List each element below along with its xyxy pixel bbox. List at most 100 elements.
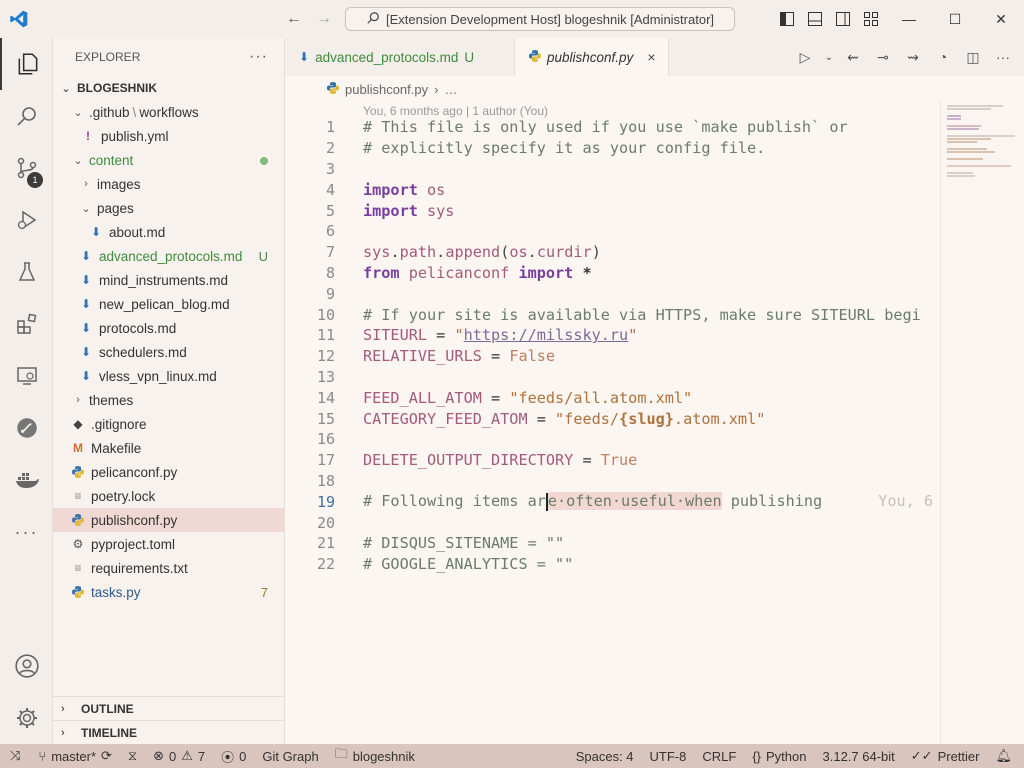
tree-file-publishconf-py[interactable]: publishconf.py (53, 508, 284, 532)
tree-file-tasks-py[interactable]: tasks.py 7 (53, 580, 284, 604)
testing-flask-icon[interactable] (0, 246, 53, 298)
gitlens-icon[interactable] (0, 402, 53, 454)
tree-folder-images[interactable]: › images (53, 172, 284, 196)
code-token: ( (500, 243, 510, 262)
search-view-icon[interactable] (0, 90, 53, 142)
remote-explorer-icon[interactable] (0, 350, 53, 402)
customize-layout-icon[interactable] (860, 8, 882, 30)
tree-file-gitignore[interactable]: ◆ .gitignore (53, 412, 284, 436)
tree-file-mind-instruments-md[interactable]: ⬇ mind_instruments.md (53, 268, 284, 292)
toggle-primary-sidebar-icon[interactable] (776, 8, 798, 30)
line-number: 8 (325, 263, 335, 282)
gitlens-inspect-icon[interactable]: ◔ (932, 46, 954, 68)
tree-file-poetry-lock[interactable]: ≡ poetry.lock (53, 484, 284, 508)
tree-folder-content[interactable]: ⌄ content (53, 148, 284, 172)
workspace-root[interactable]: ⌄ BLOGESHNIK (53, 76, 284, 100)
outline-section[interactable]: › OUTLINE (53, 696, 285, 720)
breadcrumb-symbols[interactable]: … (444, 82, 457, 97)
branch-name: master* (51, 748, 97, 764)
tab-advanced-protocols[interactable]: ⬇ advanced_protocols.md U (285, 38, 515, 76)
more-views-icon[interactable]: ··· (0, 506, 53, 558)
git-graph-button[interactable]: Git Graph (254, 744, 326, 768)
toggle-secondary-sidebar-icon[interactable] (832, 8, 854, 30)
code-line: 12 RELATIVE_URLS = False (285, 346, 940, 367)
tree-file-makefile[interactable]: M Makefile (53, 436, 284, 460)
tree-file-protocols-md[interactable]: ⬇ protocols.md (53, 316, 284, 340)
forward-arrow-icon[interactable]: → (313, 8, 335, 30)
git-branch-status[interactable]: ⑂ master* ⟳ (30, 744, 120, 768)
code-token: curdir (536, 243, 592, 262)
code-token: = (481, 347, 510, 366)
explorer-more-icon[interactable]: ··· (249, 48, 268, 66)
workspace-folder-status[interactable]: 🗀 blogeshnik (327, 744, 423, 768)
breadcrumb-file[interactable]: publishconf.py (345, 82, 428, 97)
tree-file-publish-yml[interactable]: ! publish.yml (53, 124, 284, 148)
eol-status[interactable]: CRLF (694, 744, 744, 768)
tab-publishconf[interactable]: publishconf.py × (515, 38, 669, 76)
extensions-icon[interactable] (0, 298, 53, 350)
python-interpreter-status[interactable]: 3.12.7 64-bit (815, 744, 903, 768)
line-number: 22 (316, 555, 335, 574)
tree-file-schedulers-md[interactable]: ⬇ schedulers.md (53, 340, 284, 364)
git-previous-change-icon[interactable]: ⇜ (842, 46, 864, 68)
tree-file-new-pelican-blog-md[interactable]: ⬇ new_pelican_blog.md (53, 292, 284, 316)
tree-file-pyproject-toml[interactable]: ⚙ pyproject.toml (53, 532, 284, 556)
git-compare-status[interactable]: ⧖ (120, 744, 145, 768)
tree-label: workflows (139, 104, 199, 120)
code-line: 2 # explicitly specify it as your config … (285, 138, 940, 159)
chevron-down-icon[interactable]: ⌄ (824, 46, 834, 68)
activity-bar: 1 ··· (0, 38, 53, 744)
git-next-change-icon[interactable]: ⇝ (902, 46, 924, 68)
tree-folder-themes[interactable]: › themes (53, 388, 284, 412)
code-editor[interactable]: 1 # This file is only used if you use `ma… (285, 117, 997, 575)
tab-label: publishconf.py (547, 49, 634, 65)
accounts-icon[interactable] (0, 640, 53, 692)
notifications-status[interactable]: 🔔︎ (987, 744, 1024, 768)
command-center-search[interactable]: [Extension Development Host] blogeshnik … (345, 7, 735, 31)
line-number: 19 (316, 492, 335, 511)
tree-folder-pages[interactable]: ⌄ pages (53, 196, 284, 220)
toml-gear-icon: ⚙ (72, 537, 84, 551)
close-tab-icon[interactable]: × (647, 49, 655, 65)
warning-icon: ⚠ (181, 748, 193, 763)
back-arrow-icon[interactable]: ← (283, 8, 305, 30)
close-window-icon[interactable]: ✕ (978, 0, 1024, 38)
yaml-file-icon: ! (86, 129, 90, 143)
run-debug-icon[interactable] (0, 194, 53, 246)
ports-status[interactable]: ⦿ 0 (213, 744, 254, 768)
minimize-icon[interactable]: — (886, 0, 932, 38)
line-number: 15 (316, 409, 335, 428)
code-url-link[interactable]: https://milssky.ru (464, 326, 629, 344)
tree-folder-github[interactable]: ⌄ .github \ workflows (53, 100, 284, 124)
toggle-panel-icon[interactable] (804, 8, 826, 30)
problems-status[interactable]: ⊗ 0 ⚠ 7 (145, 744, 213, 768)
settings-gear-icon[interactable] (0, 692, 53, 744)
minimap[interactable] (940, 100, 1024, 744)
encoding-status[interactable]: UTF-8 (642, 744, 695, 768)
source-control-icon[interactable]: 1 (0, 142, 53, 194)
explorer-icon[interactable] (0, 38, 53, 90)
code-line: 22 # GOOGLE_ANALYTICS = "" (285, 554, 940, 575)
maximize-icon[interactable]: ☐ (932, 0, 978, 38)
editor-more-icon[interactable]: ··· (992, 46, 1014, 68)
run-python-icon[interactable]: ▷ (794, 46, 816, 68)
tree-file-about-md[interactable]: ⬇ about.md (53, 220, 284, 244)
indentation-status[interactable]: Spaces: 4 (568, 744, 642, 768)
prettier-status[interactable]: ✓✓ Prettier (903, 744, 988, 768)
code-token: . (527, 243, 537, 262)
timeline-section[interactable]: › TIMELINE (53, 720, 285, 744)
tree-file-pelicanconf-py[interactable]: pelicanconf.py (53, 460, 284, 484)
tree-file-vless-vpn-linux-md[interactable]: ⬇ vless_vpn_linux.md (53, 364, 284, 388)
tree-file-advanced-protocols-md[interactable]: ⬇ advanced_protocols.md U (53, 244, 284, 268)
git-commit-icon[interactable]: ⊸ (872, 46, 894, 68)
language-mode-status[interactable]: {} Python (744, 744, 814, 768)
remote-indicator[interactable]: ⤨ (0, 744, 30, 768)
codelens-blame[interactable]: You, 6 months ago | 1 author (You) (363, 104, 548, 118)
folder-icon: 🗀 (334, 746, 348, 761)
tree-label: poetry.lock (91, 488, 156, 504)
code-line: 18 (285, 471, 940, 492)
tree-file-requirements-txt[interactable]: ≡ requirements.txt (53, 556, 284, 580)
line-number: 14 (316, 388, 335, 407)
docker-icon[interactable] (0, 454, 53, 506)
split-editor-icon[interactable]: ◫ (962, 46, 984, 68)
